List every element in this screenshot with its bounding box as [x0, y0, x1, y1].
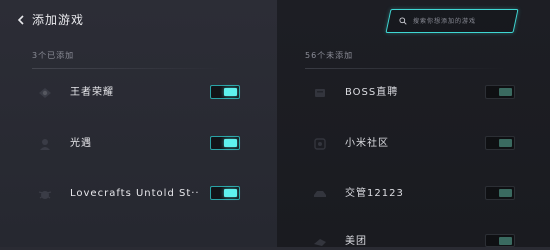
- game-toggle[interactable]: [210, 186, 240, 200]
- list-item-label: 王者荣耀: [70, 87, 114, 98]
- divider: [32, 68, 222, 69]
- chevron-left-icon: [17, 15, 25, 25]
- search-icon: [399, 17, 407, 25]
- app-icon: [312, 186, 328, 202]
- game-icon: [37, 186, 53, 202]
- game-toggle[interactable]: [210, 136, 240, 150]
- list-item-label: BOSS直聘: [345, 87, 399, 98]
- search-box[interactable]: [385, 9, 519, 33]
- list-item-label: 光遇: [70, 138, 92, 149]
- search-input[interactable]: [411, 16, 510, 26]
- back-button[interactable]: [12, 11, 30, 29]
- game-toggle[interactable]: [485, 85, 515, 99]
- game-icon: [37, 85, 53, 101]
- game-toggle[interactable]: [485, 136, 515, 150]
- game-toggle[interactable]: [485, 186, 515, 200]
- game-icon: [37, 136, 53, 152]
- app-icon: [312, 85, 328, 101]
- divider: [305, 68, 505, 69]
- list-item-label: 交管12123: [345, 188, 404, 199]
- not-added-count-header: 56个未添加: [305, 51, 354, 60]
- game-toggle[interactable]: [485, 234, 515, 247]
- app-icon: [312, 234, 328, 250]
- added-games-pane: [0, 0, 277, 247]
- list-item-label: Lovecrafts Untold St··: [70, 188, 200, 199]
- added-count-header: 3个已添加: [32, 51, 75, 60]
- page-title: 添加游戏: [32, 13, 85, 27]
- game-toggle[interactable]: [210, 85, 240, 99]
- app-icon: [312, 136, 328, 152]
- list-item-label: 小米社区: [345, 138, 389, 149]
- available-games-pane: [277, 0, 550, 247]
